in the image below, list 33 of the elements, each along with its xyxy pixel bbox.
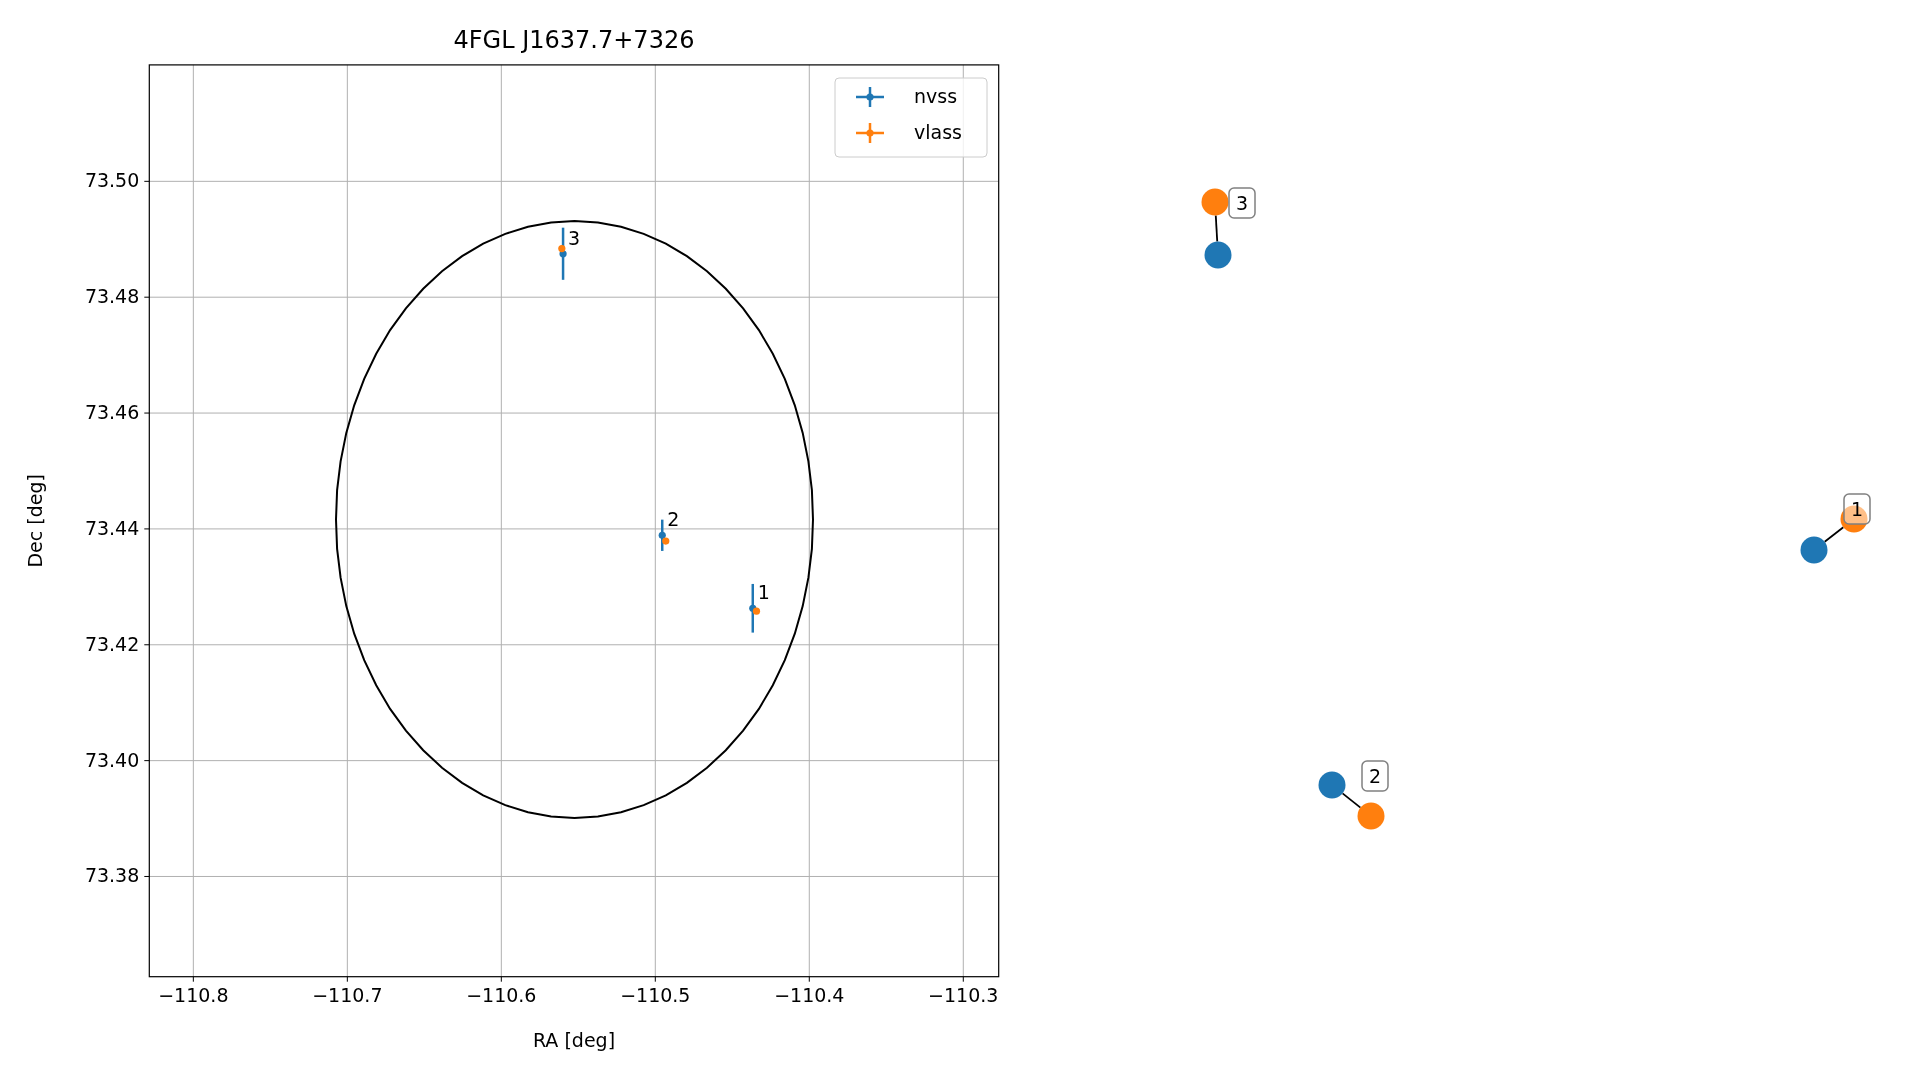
- y-tick-label: 73.40: [84, 748, 140, 771]
- point-label: 1: [757, 581, 770, 604]
- point-label: 3: [568, 226, 581, 249]
- x-tick-label: −110.3: [928, 983, 999, 1006]
- chart-title: 4FGL J1637.7+7326: [453, 26, 695, 54]
- y-tick-label: 73.38: [84, 864, 140, 887]
- match-label-box: [1361, 760, 1389, 792]
- legend-label: vlass: [914, 121, 962, 143]
- match-label-box: [1843, 493, 1871, 525]
- x-axis-label: RA [deg]: [532, 1029, 616, 1051]
- match-label: 2: [1368, 765, 1382, 787]
- connector-line: [1823, 526, 1845, 543]
- match-label: 3: [1235, 192, 1249, 214]
- match-label-box: [1228, 187, 1256, 219]
- legend-marker-icon: [856, 123, 884, 143]
- y-axis-label: Dec [deg]: [24, 474, 46, 568]
- match-label: 1: [1850, 498, 1864, 520]
- x-tick-label: −110.7: [312, 983, 383, 1006]
- y-tick-label: 73.42: [84, 632, 140, 655]
- connector-line: [1214, 214, 1219, 243]
- x-tick-label: −110.5: [620, 983, 691, 1006]
- legend-label: nvss: [914, 85, 958, 107]
- connector-line: [1341, 792, 1362, 809]
- y-tick-label: 73.44: [84, 516, 140, 539]
- y-tick-label: 73.50: [84, 169, 140, 192]
- point: [658, 531, 666, 539]
- legend-marker-icon: [856, 87, 884, 107]
- y-tick-label: 73.46: [84, 401, 140, 424]
- point-label: 2: [667, 508, 680, 531]
- y-tick-label: 73.48: [84, 285, 140, 308]
- x-tick-label: −110.4: [774, 983, 845, 1006]
- x-tick-label: −110.6: [466, 983, 537, 1006]
- x-tick-label: −110.8: [158, 983, 229, 1006]
